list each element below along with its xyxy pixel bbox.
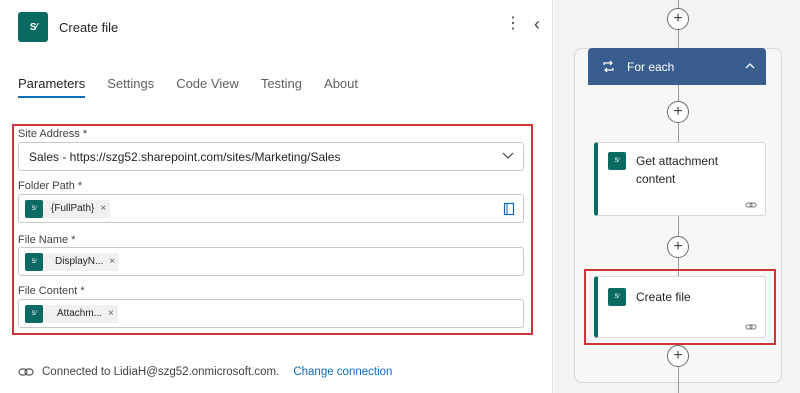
get-attachment-content-card[interactable]: S⁄ Get attachment content <box>594 142 766 216</box>
for-each-header[interactable]: For each <box>588 48 766 85</box>
card-title: Get attachment content <box>636 152 718 188</box>
add-step-icon[interactable]: + <box>667 345 689 367</box>
link-icon <box>745 202 757 208</box>
add-step-icon[interactable]: + <box>667 8 689 30</box>
card-title-line: Get attachment <box>636 154 719 168</box>
flow-diagram: + For each + S⁄ Get attachment content +… <box>0 0 800 393</box>
create-file-highlight-box <box>584 269 776 345</box>
add-step-icon[interactable]: + <box>667 101 689 123</box>
card-title-line: content <box>636 172 676 186</box>
sharepoint-icon: S⁄ <box>608 152 626 170</box>
add-step-icon[interactable]: + <box>667 236 689 258</box>
chevron-up-icon[interactable] <box>744 60 756 72</box>
loop-icon <box>603 60 614 73</box>
for-each-label: For each <box>627 59 675 74</box>
